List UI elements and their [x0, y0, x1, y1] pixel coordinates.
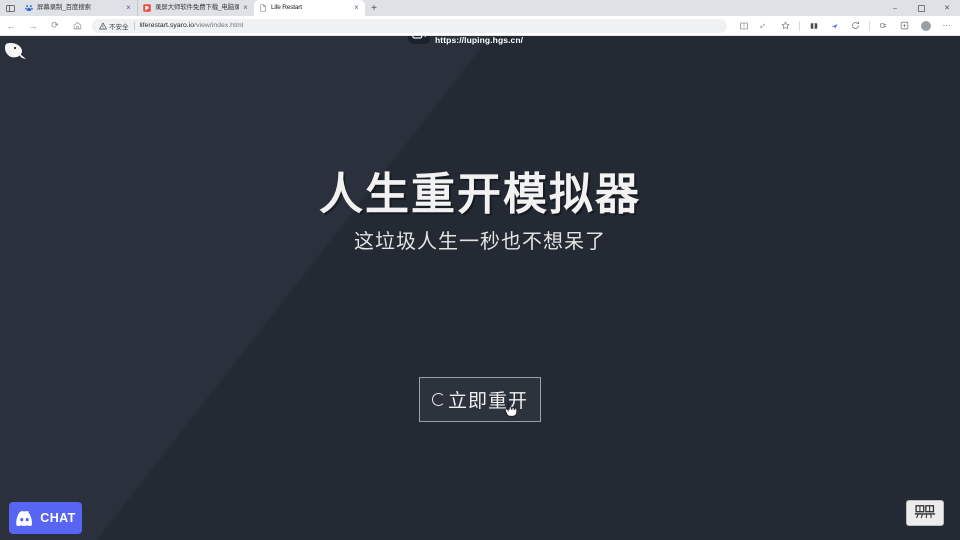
add-favorite-icon[interactable] — [775, 16, 796, 36]
ime-toolbar-button[interactable] — [906, 500, 944, 526]
window-controls: – ✕ — [882, 0, 960, 16]
settings-more-icon[interactable]: ⋯ — [936, 16, 957, 36]
reload-button[interactable]: ⟳ — [44, 16, 66, 36]
tab-title: 录屏大师软件免费下载_电脑录屏 — [155, 4, 239, 11]
restart-button-container: 立即重开 — [0, 377, 960, 422]
page-icon — [259, 4, 267, 12]
split-screen-icon[interactable] — [733, 16, 754, 36]
browser-essentials-icon[interactable] — [824, 16, 845, 36]
discord-chat-button[interactable]: CHAT — [9, 502, 82, 534]
ime-chip-icon — [914, 505, 936, 519]
address-bar[interactable]: 不安全 liferestart.syaro.io/view/index.html — [92, 18, 727, 33]
browser-tab-3-active[interactable]: Life Restart × — [254, 0, 365, 16]
security-label: 不安全 — [109, 23, 129, 31]
forward-button[interactable]: → — [22, 16, 44, 36]
browser-tab-2[interactable]: 录屏大师软件免费下载_电脑录屏 × — [137, 0, 254, 16]
tabs-container: 屏幕录制_百度搜索 × 录屏大师软件免费下载_电脑录屏 × Life Resta… — [20, 0, 383, 16]
new-tab-button[interactable]: + — [365, 0, 383, 16]
tab-title: Life Restart — [271, 4, 302, 11]
avatar — [920, 20, 931, 31]
url-host: liferestart.syaro.io — [139, 22, 195, 29]
window-minimize-button[interactable]: – — [882, 0, 908, 16]
tab-search-button[interactable] — [0, 0, 20, 16]
extensions-icon[interactable] — [873, 16, 894, 36]
web-page-content: 嗨格式录屏大师 https://luping.hgs.cn/ 人生重开模拟器 这… — [0, 36, 960, 540]
back-button[interactable]: ← — [0, 16, 22, 36]
security-indicator[interactable]: 不安全 — [99, 21, 129, 31]
page-subtitle: 这垃圾人生一秒也不想呆了 — [354, 229, 606, 254]
omnibox-divider — [133, 21, 135, 30]
toolbar-divider-2 — [869, 20, 870, 31]
warning-triangle-icon — [99, 22, 107, 29]
tab-search-icon — [5, 4, 15, 12]
tab-close-button[interactable]: × — [352, 4, 361, 13]
window-maximize-button[interactable] — [908, 0, 934, 16]
tab-title: 屏幕录制_百度搜索 — [37, 4, 91, 11]
home-icon — [73, 22, 81, 30]
browser-tab-1[interactable]: 屏幕录制_百度搜索 × — [20, 0, 137, 16]
address-bar-url: liferestart.syaro.io/view/index.html — [140, 22, 721, 29]
loading-spinner-icon — [431, 393, 445, 406]
copilot-icon[interactable] — [894, 16, 915, 36]
svg-text:b: b — [763, 23, 765, 27]
page-title: 人生重开模拟器 — [319, 169, 641, 220]
history-icon[interactable] — [845, 16, 866, 36]
tabstrip-drag-area — [383, 0, 882, 16]
browser-toolbar: ← → ⟳ 不安全 liferestart.syaro.io/view/inde… — [0, 16, 960, 36]
read-aloud-icon[interactable]: a b — [754, 16, 775, 36]
screen-root: 屏幕录制_百度搜索 × 录屏大师软件免费下载_电脑录屏 × Life Resta… — [0, 0, 960, 540]
hero-section: 人生重开模拟器 这垃圾人生一秒也不想呆了 — [0, 36, 960, 254]
restart-button-label: 立即重开 — [447, 390, 528, 412]
restart-now-button[interactable]: 立即重开 — [419, 377, 541, 422]
window-close-button[interactable]: ✕ — [934, 0, 960, 16]
toolbar-icon-group: a b ⋯ — [733, 16, 960, 36]
recorder-icon — [143, 4, 151, 12]
discord-icon — [16, 510, 33, 526]
collections-icon[interactable] — [803, 16, 824, 36]
chat-button-label: CHAT — [40, 511, 76, 525]
url-path: /view/index.html — [194, 22, 244, 29]
tab-close-button[interactable]: × — [241, 4, 250, 13]
tab-close-button[interactable]: × — [124, 4, 133, 13]
toolbar-divider — [799, 20, 800, 31]
browser-tab-strip: 屏幕录制_百度搜索 × 录屏大师软件免费下载_电脑录屏 × Life Resta… — [0, 0, 960, 16]
profile-avatar-icon[interactable] — [915, 16, 936, 36]
baidu-icon — [25, 4, 33, 12]
maximize-icon — [917, 4, 925, 12]
home-button[interactable] — [66, 16, 88, 36]
